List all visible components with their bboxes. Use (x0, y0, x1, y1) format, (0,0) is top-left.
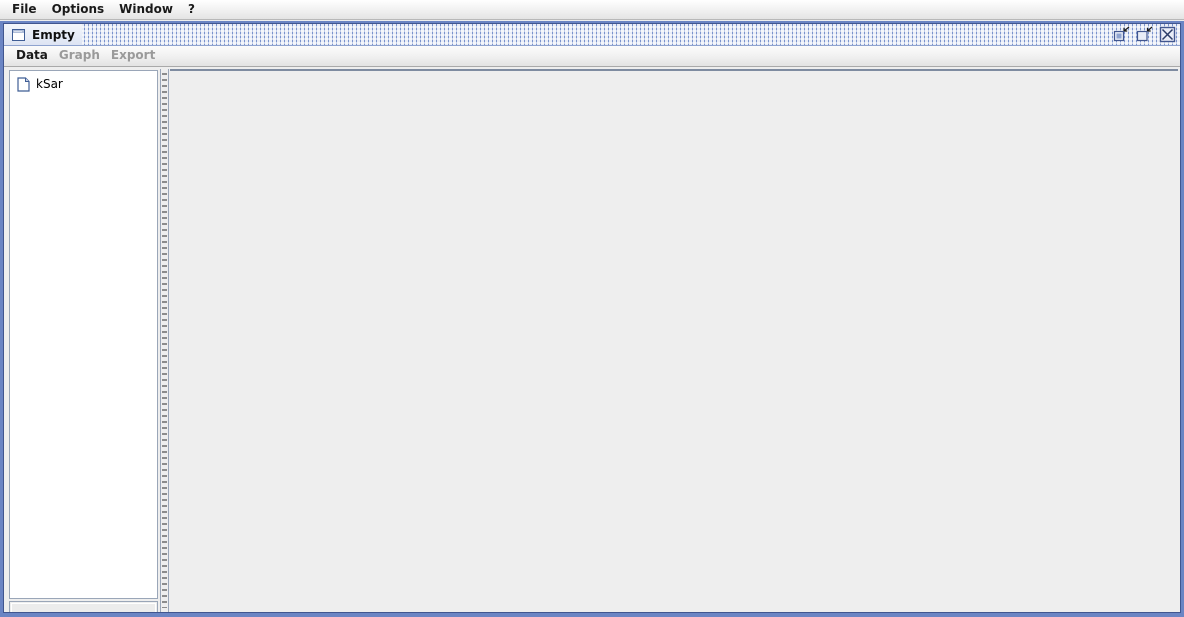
menu-help[interactable]: ? (183, 1, 201, 19)
scrollbar-track[interactable] (11, 603, 156, 612)
tree-item-ksar[interactable]: kSar (15, 75, 157, 93)
titlebar-label-group: Empty (4, 24, 82, 45)
tree-item-label: kSar (36, 76, 63, 91)
frame-content-area: kSar (4, 67, 1180, 612)
divider-grip[interactable] (162, 73, 167, 608)
close-button[interactable] (1159, 26, 1176, 43)
maximize-button[interactable] (1136, 26, 1153, 43)
internal-frame-empty: Empty Data Graph Export kSar (3, 23, 1181, 613)
frame-menu-graph: Graph (58, 48, 100, 62)
desktop-pane: Empty Data Graph Export kSar (0, 21, 1184, 617)
tree-horizontal-scrollbar[interactable] (9, 601, 158, 612)
window-controls (1113, 26, 1176, 43)
window-icon (12, 28, 25, 41)
frame-menu-data[interactable]: Data (12, 47, 55, 65)
menu-options[interactable]: Options (47, 1, 113, 19)
internal-frame-titlebar[interactable]: Empty (4, 24, 1180, 46)
frame-menu-export: Export (110, 48, 156, 62)
menu-window[interactable]: Window (114, 1, 181, 19)
split-pane-divider[interactable] (160, 69, 169, 612)
minimize-button[interactable] (1113, 26, 1130, 43)
main-content-panel (170, 69, 1178, 611)
data-tree[interactable]: kSar (10, 71, 157, 598)
internal-frame-menubar: Data Graph Export (4, 46, 1180, 67)
document-icon (17, 76, 30, 92)
data-tree-panel: kSar (9, 70, 158, 599)
internal-frame-title: Empty (32, 27, 75, 42)
main-menubar: File Options Window ? (0, 0, 1184, 20)
menu-file[interactable]: File (7, 1, 45, 19)
application-window: File Options Window ? Empty Data Graph E… (0, 0, 1184, 617)
